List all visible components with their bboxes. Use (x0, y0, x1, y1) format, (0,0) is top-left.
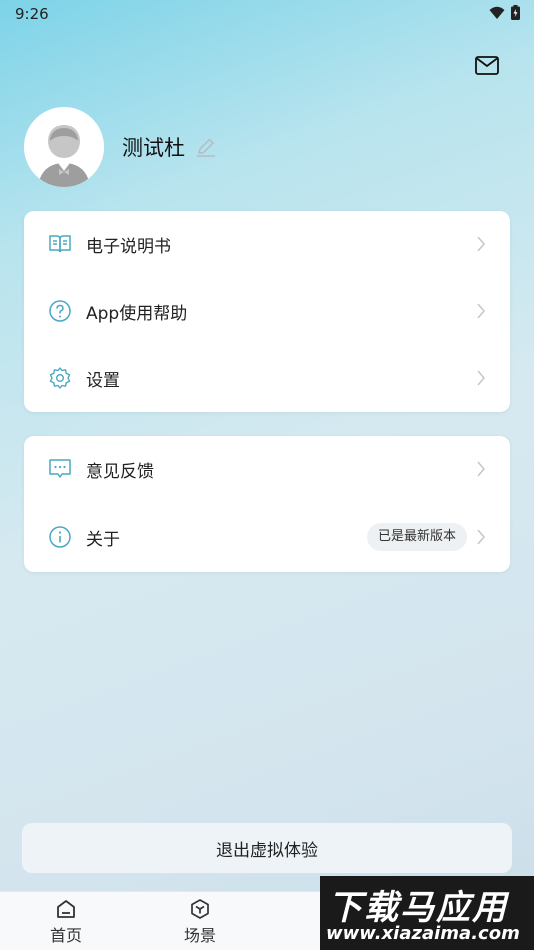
wifi-icon (489, 6, 505, 19)
menu-item-settings[interactable]: 设置 (24, 353, 510, 403)
cube-icon (191, 898, 209, 919)
tab-scene[interactable]: 场景 (150, 892, 250, 950)
chevron-right-icon (477, 236, 485, 252)
help-circle-icon (48, 299, 72, 323)
chevron-right-icon (477, 370, 485, 386)
avatar-placeholder-icon (24, 107, 104, 187)
status-bar: 9:26 (0, 0, 534, 28)
status-icons (489, 5, 520, 20)
menu-item-manual[interactable]: 电子说明书 (24, 219, 510, 269)
chat-icon (48, 457, 72, 481)
home-icon (57, 899, 75, 918)
info-icon (48, 525, 72, 549)
menu-item-label: 设置 (86, 370, 120, 391)
version-status-badge: 已是最新版本 (366, 523, 467, 551)
avatar[interactable] (24, 107, 104, 187)
profile-section: 测试杜 (24, 107, 217, 187)
tab-label: 场景 (183, 925, 216, 945)
menu-item-app-help[interactable]: App使用帮助 (24, 286, 510, 336)
watermark-logo: 下载马应用 www.xiazaima.com (320, 876, 534, 950)
chevron-right-icon (477, 303, 485, 319)
menu-card-secondary: 意见反馈 关于 已是最新版本 (24, 436, 510, 572)
mail-icon (475, 55, 499, 75)
chevron-right-icon (477, 461, 485, 477)
menu-item-label: 电子说明书 (86, 236, 171, 257)
status-time: 9:26 (15, 5, 49, 23)
watermark-url: www.xiazaima.com (326, 923, 520, 944)
username: 测试杜 (122, 136, 185, 160)
menu-item-label: 意见反馈 (86, 461, 154, 482)
watermark-title: 下载马应用 (328, 888, 508, 928)
exit-virtual-experience-button[interactable]: 退出虚拟体验 (22, 823, 512, 873)
menu-card-main: 电子说明书 App使用帮助 设置 (24, 211, 510, 412)
menu-item-label: 关于 (86, 529, 120, 550)
menu-item-feedback[interactable]: 意见反馈 (24, 444, 510, 494)
chevron-right-icon (477, 529, 485, 545)
gear-icon (48, 366, 72, 390)
tab-home[interactable]: 首页 (16, 892, 116, 950)
menu-item-label: App使用帮助 (86, 303, 188, 324)
edit-pencil-icon[interactable] (195, 136, 217, 158)
book-icon (48, 232, 72, 256)
mail-button[interactable] (472, 52, 502, 78)
battery-icon (511, 5, 520, 20)
tab-label: 首页 (49, 925, 82, 945)
menu-item-about[interactable]: 关于 已是最新版本 (24, 512, 510, 562)
